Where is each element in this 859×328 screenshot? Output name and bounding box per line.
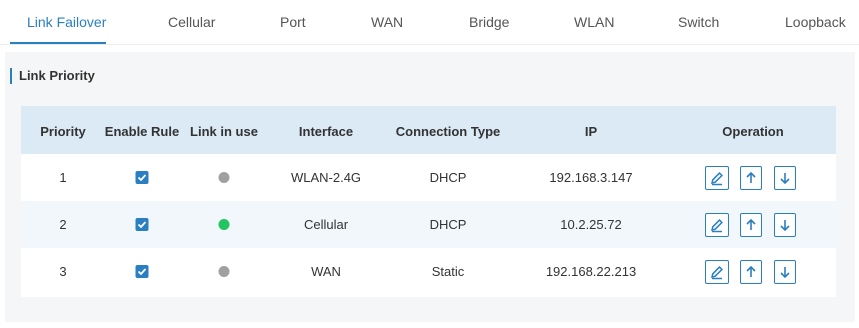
link-status-dot-inactive bbox=[218, 172, 230, 183]
ip-cell: 192.168.3.147 bbox=[549, 170, 633, 185]
tab-switch[interactable]: Switch bbox=[678, 14, 719, 30]
edit-button[interactable] bbox=[705, 166, 729, 190]
connection-type-cell: DHCP bbox=[429, 170, 467, 185]
arrow-up-icon bbox=[746, 265, 756, 277]
tab-loopback[interactable]: Loopback bbox=[785, 14, 846, 30]
tab-port[interactable]: Port bbox=[280, 14, 306, 30]
link-status-dot-active bbox=[218, 219, 230, 230]
link-status-dot-inactive bbox=[218, 266, 230, 277]
enable-rule-checkbox[interactable] bbox=[135, 265, 149, 278]
move-up-button[interactable] bbox=[740, 260, 762, 284]
section-title: Link Priority bbox=[19, 68, 95, 83]
header-ip: IP bbox=[584, 124, 598, 139]
tab-bridge[interactable]: Bridge bbox=[469, 14, 509, 30]
header-priority: Priority bbox=[40, 124, 86, 139]
edit-icon bbox=[710, 266, 723, 280]
arrow-down-icon bbox=[780, 173, 790, 185]
move-down-button[interactable] bbox=[774, 166, 796, 190]
arrow-down-icon bbox=[780, 267, 790, 279]
arrow-up-icon bbox=[746, 218, 756, 230]
edit-icon bbox=[710, 172, 723, 186]
tab-wan[interactable]: WAN bbox=[371, 14, 403, 30]
connection-type-cell: Static bbox=[431, 264, 465, 279]
edit-button[interactable] bbox=[705, 260, 729, 284]
move-up-button[interactable] bbox=[740, 166, 762, 190]
header-enable-rule: Enable Rule bbox=[104, 124, 180, 139]
header-link-in-use: Link in use bbox=[190, 124, 258, 139]
section-accent-bar bbox=[10, 68, 12, 84]
enable-rule-checkbox[interactable] bbox=[135, 218, 149, 231]
priority-cell: 3 bbox=[59, 264, 67, 279]
priority-cell: 2 bbox=[59, 217, 67, 232]
arrow-down-icon bbox=[780, 220, 790, 232]
move-down-button[interactable] bbox=[774, 213, 796, 237]
interface-cell: Cellular bbox=[303, 217, 349, 232]
tabs-divider bbox=[0, 44, 859, 45]
edit-icon bbox=[710, 219, 723, 233]
enable-rule-checkbox[interactable] bbox=[135, 171, 149, 184]
interface-cell: WAN bbox=[311, 264, 341, 279]
tab-link-failover[interactable]: Link Failover bbox=[27, 14, 106, 30]
tab-cellular[interactable]: Cellular bbox=[168, 14, 215, 30]
priority-cell: 1 bbox=[59, 170, 67, 185]
tab-wlan[interactable]: WLAN bbox=[574, 14, 614, 30]
header-interface: Interface bbox=[298, 124, 354, 139]
table-row: 3 WAN Static 192.168.22.213 bbox=[21, 248, 836, 295]
header-operation: Operation bbox=[722, 124, 784, 139]
ip-cell: 10.2.25.72 bbox=[560, 217, 622, 232]
ip-cell: 192.168.22.213 bbox=[545, 264, 637, 279]
link-priority-table: Priority Enable Rule Link in use Interfa… bbox=[21, 106, 836, 297]
table-header: Priority Enable Rule Link in use Interfa… bbox=[21, 106, 836, 154]
move-down-button[interactable] bbox=[774, 260, 796, 284]
table-row: 1 WLAN-2.4G DHCP 192.168.3.147 bbox=[21, 154, 836, 201]
arrow-up-icon bbox=[746, 171, 756, 183]
interface-cell: WLAN-2.4G bbox=[290, 170, 362, 185]
checkmark-icon bbox=[137, 268, 147, 276]
checkmark-icon bbox=[137, 174, 147, 182]
move-up-button[interactable] bbox=[740, 213, 762, 237]
tab-bar: Link Failover Cellular Port WAN Bridge W… bbox=[10, 0, 859, 46]
checkmark-icon bbox=[137, 221, 147, 229]
connection-type-cell: DHCP bbox=[429, 217, 467, 232]
header-connection-type: Connection Type bbox=[395, 124, 501, 139]
table-row: 2 Cellular DHCP 10.2.25.72 bbox=[21, 201, 836, 248]
edit-button[interactable] bbox=[705, 213, 729, 237]
